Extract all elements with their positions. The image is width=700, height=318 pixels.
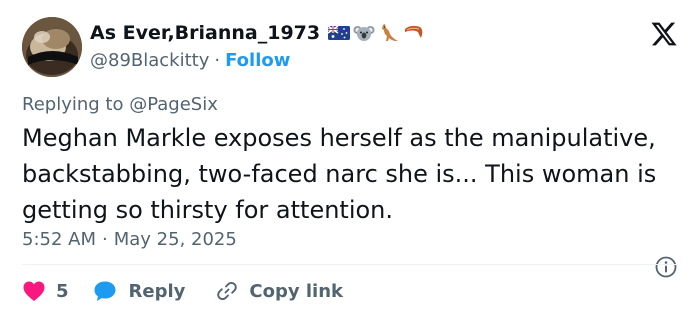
link-icon bbox=[217, 281, 238, 301]
tweet-date: May 25, 2025 bbox=[113, 228, 237, 250]
reply-bubble-icon bbox=[94, 281, 116, 301]
name-emojis bbox=[328, 23, 425, 43]
x-logo-icon[interactable] bbox=[650, 20, 678, 48]
tweet-time: 5:52 AM bbox=[22, 228, 96, 250]
kangaroo-icon bbox=[378, 23, 400, 43]
replying-prefix: Replying to bbox=[22, 94, 124, 115]
divider bbox=[22, 264, 678, 265]
user-handle[interactable]: @89Blackitty bbox=[90, 50, 209, 71]
avatar-image bbox=[22, 17, 82, 77]
tweet-timestamp[interactable]: 5:52 AM · May 25, 2025 bbox=[22, 227, 237, 251]
tweet-text: Meghan Markle exposes herself as the man… bbox=[22, 124, 657, 224]
boomerang-icon bbox=[403, 23, 425, 43]
copy-link-button[interactable]: Copy link bbox=[215, 279, 343, 303]
like-button[interactable]: 5 bbox=[22, 280, 93, 302]
name-row: As Ever,Brianna_1973 bbox=[90, 20, 425, 46]
reply-label: Reply bbox=[128, 280, 186, 302]
follow-button[interactable]: Follow bbox=[225, 50, 290, 71]
copy-link-label: Copy link bbox=[249, 280, 343, 302]
separator-dot: · bbox=[102, 228, 108, 250]
koala-icon bbox=[353, 23, 375, 43]
heart-icon bbox=[23, 281, 45, 301]
info-icon[interactable] bbox=[654, 255, 678, 279]
action-bar: 5 Reply Copy link bbox=[22, 277, 343, 305]
australia-flag-icon bbox=[328, 23, 351, 43]
avatar[interactable] bbox=[22, 17, 82, 77]
reply-button[interactable]: Reply bbox=[93, 280, 216, 302]
replying-to: Replying to @PageSix bbox=[22, 94, 218, 115]
like-count: 5 bbox=[56, 280, 69, 302]
display-name[interactable]: As Ever,Brianna_1973 bbox=[90, 22, 320, 44]
separator-dot: · bbox=[214, 49, 221, 71]
handle-row: @89Blackitty · Follow bbox=[90, 48, 290, 72]
replying-to-handle[interactable]: @PageSix bbox=[129, 94, 218, 115]
